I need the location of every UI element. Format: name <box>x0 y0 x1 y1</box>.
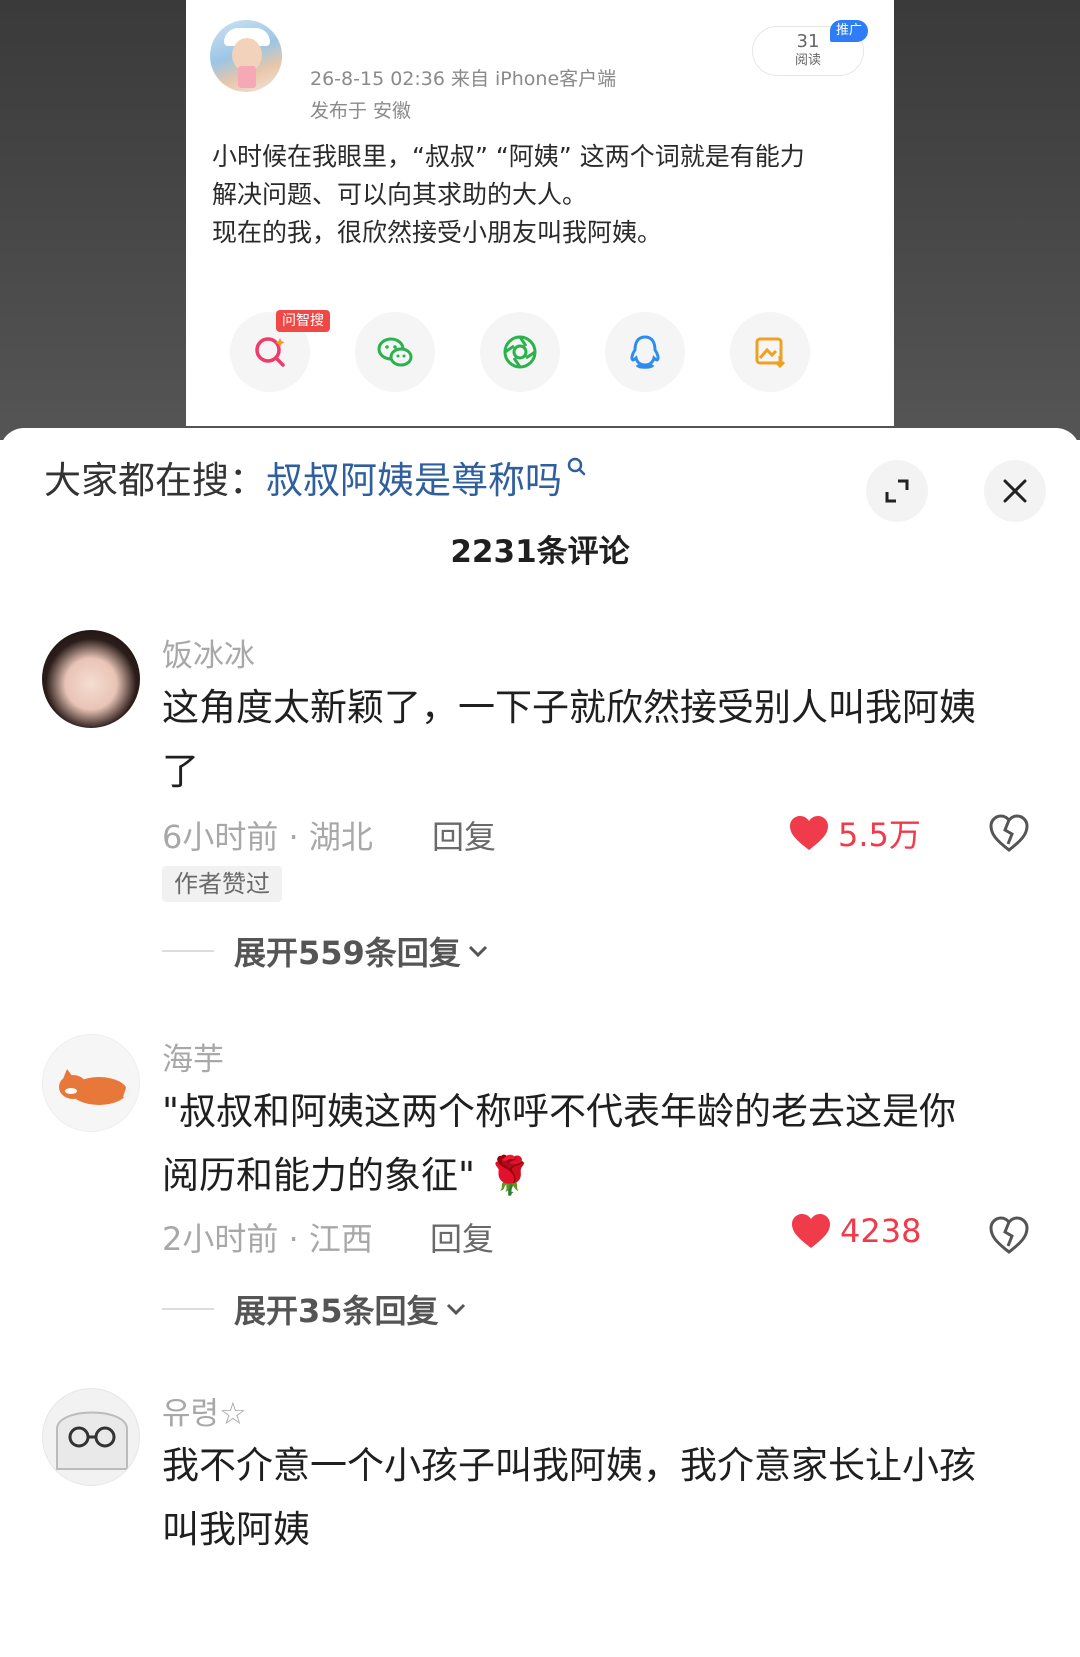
commenter-name[interactable]: 유령☆ <box>162 1388 247 1433</box>
trending-search-keyword[interactable]: 叔叔阿姨是尊称吗 <box>266 459 562 502</box>
comment-time-location: 6小时前 · 湖北 <box>162 818 373 856</box>
embedded-post-card: 26-8-15 02:36 来自 iPhone客户端 发布于 安徽 31 阅读 … <box>186 0 894 426</box>
close-sheet-button[interactable] <box>984 460 1046 522</box>
expand-replies-button[interactable]: 展开559条回复 <box>162 928 491 974</box>
post-timestamp-source: 26-8-15 02:36 来自 iPhone客户端 <box>310 68 617 90</box>
chevron-down-icon <box>468 945 487 958</box>
like-button[interactable]: 5.5万 <box>788 810 921 856</box>
heart-icon <box>790 816 828 850</box>
expand-replies-button[interactable]: 展开35条回复 <box>162 1286 469 1332</box>
trending-search-label: 大家都在搜： <box>44 459 266 502</box>
comment-text-line: 阅历和能力的象征" 🌹 <box>162 1154 533 1197</box>
anime-avatar-icon <box>56 1411 128 1470</box>
broken-heart-icon[interactable] <box>988 1214 1030 1256</box>
comments-sheet: 大家都在搜：叔叔阿姨是尊称吗 2231条评论 饭冰冰 这角度太新颖了，一下子就欣… <box>0 428 1080 1657</box>
save-image-button[interactable] <box>730 312 810 392</box>
read-label: 阅读 <box>794 53 821 68</box>
share-wechat-button[interactable] <box>355 312 435 392</box>
search-icon <box>567 457 586 476</box>
author-liked-tag: 作者赞过 <box>162 866 282 902</box>
promote-tag[interactable]: 推广 <box>830 20 869 42</box>
divider-line <box>162 1308 214 1310</box>
zhisou-icon <box>255 337 285 367</box>
avatar-cup <box>238 66 256 88</box>
share-moments-button[interactable] <box>480 312 560 392</box>
comment-text: "叔叔和阿姨这两个称呼不代表年龄的老去这是你 阅历和能力的象征" 🌹 <box>162 1080 1042 1208</box>
broken-heart-icon[interactable] <box>988 812 1030 854</box>
comment-text: 我不介意一个小孩子叫我阿姨，我介意家长让小孩 叫我阿姨 <box>162 1434 1042 1562</box>
chevron-down-icon <box>446 1303 465 1316</box>
comment-time-location: 2小时前 · 江西 <box>162 1220 373 1258</box>
post-location: 发布于 安徽 <box>310 100 412 122</box>
comment-text-line: 叫我阿姨 <box>162 1508 310 1551</box>
heart-icon <box>792 1214 830 1248</box>
post-body: 小时候在我眼里，“叔叔” “阿姨” 这两个词就是有能力 解决问题、可以向其求助的… <box>212 138 872 252</box>
expand-replies-label: 展开559条回复 <box>234 934 461 972</box>
comment-text-line: "叔叔和阿姨这两个称呼不代表年龄的老去这是你 <box>162 1090 957 1133</box>
zhisou-tag: 问智搜 <box>276 310 330 332</box>
like-count: 5.5万 <box>838 816 921 854</box>
comment-text: 这角度太新颖了，一下子就欣然接受别人叫我阿姨 了 <box>162 676 1042 804</box>
expand-replies-label: 展开35条回复 <box>234 1292 439 1330</box>
comment-text-line: 了 <box>162 750 199 793</box>
comment-count-title: 2231条评论 <box>450 534 630 570</box>
commenter-avatar[interactable] <box>42 630 140 728</box>
comment-text-line: 这角度太新颖了，一下子就欣然接受别人叫我阿姨 <box>162 686 976 729</box>
post-text-line: 解决问题、可以向其求助的大人。 <box>212 180 588 209</box>
close-icon <box>1003 479 1027 503</box>
expand-sheet-button[interactable] <box>866 460 928 522</box>
save-image-icon <box>755 337 786 369</box>
qq-icon <box>630 335 660 369</box>
post-author-avatar[interactable] <box>210 20 282 92</box>
comment-text-line: 我不介意一个小孩子叫我阿姨，我介意家长让小孩 <box>162 1444 976 1487</box>
commenter-avatar[interactable] <box>42 1388 140 1486</box>
commenter-name[interactable]: 饭冰冰 <box>162 630 255 675</box>
share-qq-button[interactable] <box>605 312 685 392</box>
like-count: 4238 <box>840 1212 922 1250</box>
trending-search[interactable]: 大家都在搜：叔叔阿姨是尊称吗 <box>44 456 588 506</box>
moments-icon <box>503 335 537 369</box>
commenter-avatar[interactable] <box>42 1034 140 1132</box>
commenter-name[interactable]: 海芋 <box>162 1034 224 1079</box>
reply-button[interactable]: 回复 <box>430 1214 494 1260</box>
divider-line <box>162 950 214 952</box>
wechat-icon <box>377 337 413 367</box>
post-text-line: 现在的我，很欣然接受小朋友叫我阿姨。 <box>212 218 663 247</box>
post-text-line: 小时候在我眼里，“叔叔” “阿姨” 这两个词就是有能力 <box>212 142 805 171</box>
reply-button[interactable]: 回复 <box>432 812 496 858</box>
fox-avatar-icon <box>59 1069 132 1105</box>
like-button[interactable]: 4238 <box>790 1212 921 1250</box>
fullscreen-icon <box>885 479 909 503</box>
